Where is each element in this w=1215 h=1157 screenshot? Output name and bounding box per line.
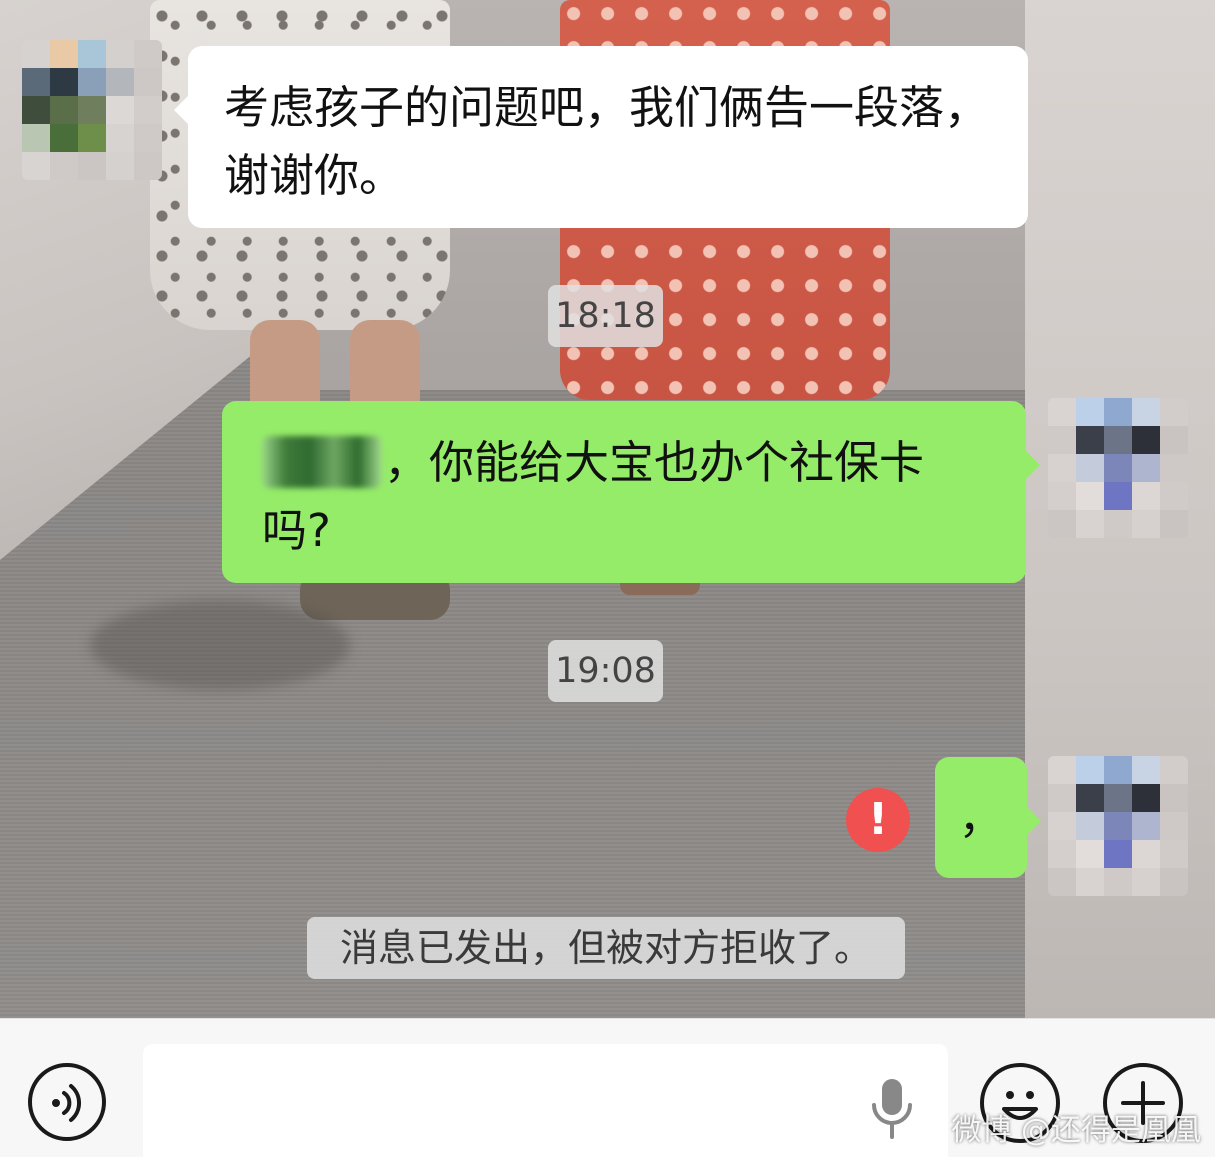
avatar-mosaic-cell xyxy=(134,40,162,68)
timestamp: 18:18 xyxy=(548,285,663,347)
avatar-mosaic-cell xyxy=(106,124,134,152)
outgoing-message-bubble[interactable]: ，你能给大宝也办个社保卡吗? xyxy=(222,401,1040,583)
avatar-mosaic-cell xyxy=(1048,784,1076,812)
contact-avatar[interactable] xyxy=(22,40,162,180)
avatar-mosaic-cell xyxy=(1132,784,1160,812)
avatar-mosaic-cell xyxy=(50,96,78,124)
avatar-mosaic-cell xyxy=(1104,482,1132,510)
avatar-mosaic-cell xyxy=(50,152,78,180)
avatar-mosaic-cell xyxy=(22,152,50,180)
avatar-mosaic-cell xyxy=(1076,482,1104,510)
avatar-mosaic-cell xyxy=(22,96,50,124)
outgoing-message-text: ， xyxy=(958,791,1004,844)
avatar-mosaic-cell xyxy=(1160,812,1188,840)
avatar-mosaic-cell xyxy=(50,68,78,96)
avatar-mosaic-cell xyxy=(1104,756,1132,784)
avatar-mosaic-cell xyxy=(1104,812,1132,840)
avatar-mosaic-cell xyxy=(1076,426,1104,454)
avatar-mosaic-cell xyxy=(78,152,106,180)
avatar-mosaic-cell xyxy=(134,124,162,152)
avatar-mosaic-cell xyxy=(1076,812,1104,840)
avatar-mosaic-cell xyxy=(22,124,50,152)
avatar-mosaic-cell xyxy=(1048,454,1076,482)
my-avatar[interactable] xyxy=(1048,756,1188,896)
avatar-mosaic-cell xyxy=(1076,398,1104,426)
avatar-mosaic-cell xyxy=(106,40,134,68)
avatar-mosaic-cell xyxy=(1160,756,1188,784)
avatar-mosaic-cell xyxy=(106,96,134,124)
my-avatar[interactable] xyxy=(1048,398,1188,538)
avatar-mosaic-cell xyxy=(1048,812,1076,840)
avatar-mosaic-cell xyxy=(1104,868,1132,896)
avatar-mosaic-cell xyxy=(1132,454,1160,482)
avatar-mosaic-cell xyxy=(1048,868,1076,896)
blurred-name xyxy=(262,436,382,488)
background-floor-stain xyxy=(90,600,350,690)
avatar-mosaic-cell xyxy=(1132,868,1160,896)
avatar-mosaic-cell xyxy=(1132,398,1160,426)
avatar-mosaic-cell xyxy=(134,68,162,96)
avatar-mosaic-cell xyxy=(1160,454,1188,482)
avatar-mosaic-cell xyxy=(106,152,134,180)
avatar-mosaic-cell xyxy=(1132,840,1160,868)
avatar-mosaic-cell xyxy=(50,124,78,152)
avatar-mosaic-cell xyxy=(1048,398,1076,426)
avatar-mosaic-cell xyxy=(1104,454,1132,482)
avatar-mosaic-cell xyxy=(1076,840,1104,868)
avatar-mosaic-cell xyxy=(1132,510,1160,538)
avatar-mosaic-cell xyxy=(78,40,106,68)
message-input[interactable] xyxy=(143,1044,948,1157)
avatar-mosaic-cell xyxy=(1160,784,1188,812)
avatar-mosaic-cell xyxy=(22,40,50,68)
avatar-mosaic-cell xyxy=(134,152,162,180)
avatar-mosaic-cell xyxy=(134,96,162,124)
avatar-mosaic-cell xyxy=(22,68,50,96)
voice-icon[interactable] xyxy=(28,1063,106,1141)
avatar-mosaic-cell xyxy=(106,68,134,96)
microphone-icon[interactable] xyxy=(868,1077,916,1143)
avatar-mosaic-cell xyxy=(1048,840,1076,868)
avatar-mosaic-cell xyxy=(1160,510,1188,538)
incoming-message-text: 考虑孩子的问题吧，我们俩告一段落，谢谢你。 xyxy=(224,81,990,202)
avatar-mosaic-cell xyxy=(1076,510,1104,538)
timestamp: 19:08 xyxy=(548,640,663,702)
avatar-mosaic-cell xyxy=(1132,482,1160,510)
incoming-message-bubble[interactable]: 考虑孩子的问题吧，我们俩告一段落，谢谢你。 xyxy=(174,46,1028,228)
avatar-mosaic-cell xyxy=(1104,426,1132,454)
avatar-mosaic-cell xyxy=(1104,784,1132,812)
watermark: 微博 @还得是凰凰 xyxy=(951,1113,1201,1148)
avatar-mosaic-cell xyxy=(1048,510,1076,538)
avatar-mosaic-cell xyxy=(1132,756,1160,784)
avatar-mosaic-cell xyxy=(1104,398,1132,426)
avatar-mosaic-cell xyxy=(1076,454,1104,482)
avatar-mosaic-cell xyxy=(1104,840,1132,868)
avatar-mosaic-cell xyxy=(1048,482,1076,510)
avatar-mosaic-cell xyxy=(1160,398,1188,426)
avatar-mosaic-cell xyxy=(1076,868,1104,896)
avatar-mosaic-cell xyxy=(1104,510,1132,538)
avatar-mosaic-cell xyxy=(50,40,78,68)
avatar-mosaic-cell xyxy=(1160,426,1188,454)
avatar-mosaic-cell xyxy=(1076,756,1104,784)
avatar-mosaic-cell xyxy=(1048,426,1076,454)
send-failed-icon[interactable]: ! xyxy=(846,788,910,852)
system-notice: 消息已发出，但被对方拒收了。 xyxy=(307,917,905,979)
avatar-mosaic-cell xyxy=(78,68,106,96)
chat-background: 考虑孩子的问题吧，我们俩告一段落，谢谢你。 18:18 ，你能给大宝也办个社保卡… xyxy=(0,0,1215,1018)
avatar-mosaic-cell xyxy=(1160,868,1188,896)
avatar-mosaic-cell xyxy=(78,124,106,152)
avatar-mosaic-cell xyxy=(1048,756,1076,784)
avatar-mosaic-cell xyxy=(78,96,106,124)
avatar-mosaic-cell xyxy=(1160,482,1188,510)
avatar-mosaic-cell xyxy=(1132,812,1160,840)
outgoing-message-bubble[interactable]: ， xyxy=(935,757,1041,878)
avatar-mosaic-cell xyxy=(1076,784,1104,812)
avatar-mosaic-cell xyxy=(1160,840,1188,868)
input-bar: 微博 @还得是凰凰 xyxy=(0,1018,1215,1157)
avatar-mosaic-cell xyxy=(1132,426,1160,454)
